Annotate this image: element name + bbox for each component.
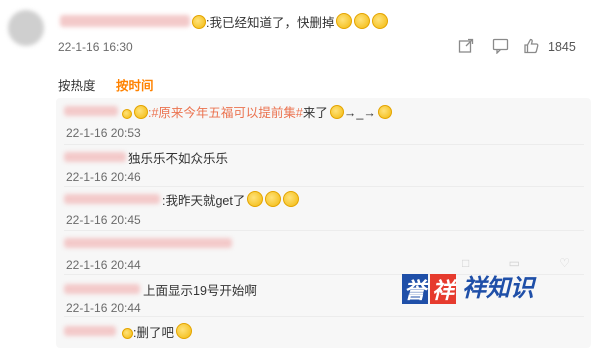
doge-emoji-icon (283, 191, 300, 207)
reply-text: 上面显示19号开始啊 (143, 284, 257, 298)
reply-time: 22-1-16 20:46 (66, 170, 141, 184)
divider (64, 230, 584, 231)
reply-text: :删了吧 (120, 322, 192, 341)
avatar[interactable] (8, 10, 44, 46)
doge-emoji-icon (354, 13, 371, 29)
username-blurred[interactable] (60, 15, 190, 27)
reply-text: 独乐乐不如众乐乐 (128, 152, 229, 166)
reply-text: :我昨天就get了 (162, 190, 300, 209)
watermark-char: 誉 (402, 274, 428, 304)
reply-username-blurred[interactable] (64, 284, 140, 294)
divider (64, 186, 584, 187)
sort-by-time-tab[interactable]: 按时间 (116, 75, 154, 94)
hug-emoji-icon (329, 105, 344, 119)
reply-username-blurred[interactable] (64, 152, 126, 162)
reply-time: 22-1-16 20:44 (66, 301, 141, 315)
doge-emoji-icon (265, 191, 282, 207)
watermark-logo: 誉 祥 祥知识 (402, 274, 534, 304)
reply-time: 22-1-16 20:53 (66, 126, 141, 140)
reply-username-blurred[interactable] (64, 106, 118, 116)
badge-icon (122, 328, 133, 339)
doge-emoji-icon (372, 13, 389, 29)
divider (64, 316, 584, 317)
heart-face-emoji-icon (134, 105, 148, 119)
doge-emoji-icon (247, 191, 264, 207)
doge-emoji-icon (336, 13, 353, 29)
comment-icon[interactable] (492, 38, 509, 57)
drool-emoji-icon (377, 105, 392, 119)
divider (64, 144, 584, 145)
reply-time: 22-1-16 20:44 (66, 258, 141, 272)
sort-by-hot-tab[interactable]: 按热度 (58, 75, 96, 94)
like-count: 1845 (548, 40, 576, 54)
watermark-char: 祥 (430, 274, 456, 304)
reply-content-blurred[interactable] (64, 238, 232, 248)
reply-username-blurred[interactable] (64, 194, 160, 204)
share-icon[interactable] (458, 38, 474, 57)
reply-username-blurred[interactable] (64, 326, 116, 336)
reply-time: 22-1-16 20:45 (66, 213, 141, 227)
watermark-text: 祥知识 (462, 275, 534, 302)
reply-text: :#原来今年五福可以提前集#来了 →_→ (120, 102, 392, 121)
comment-time: 22-1-16 16:30 (58, 40, 133, 54)
doge-emoji-icon (175, 323, 192, 339)
comment-text: :我已经知道了，快删掉 (190, 12, 389, 31)
badge-icon (122, 109, 132, 119)
reply-action-icons[interactable]: □ ▭ ♡ (462, 256, 588, 270)
like-icon[interactable] (523, 38, 539, 57)
heart-face-emoji-icon (192, 15, 206, 29)
